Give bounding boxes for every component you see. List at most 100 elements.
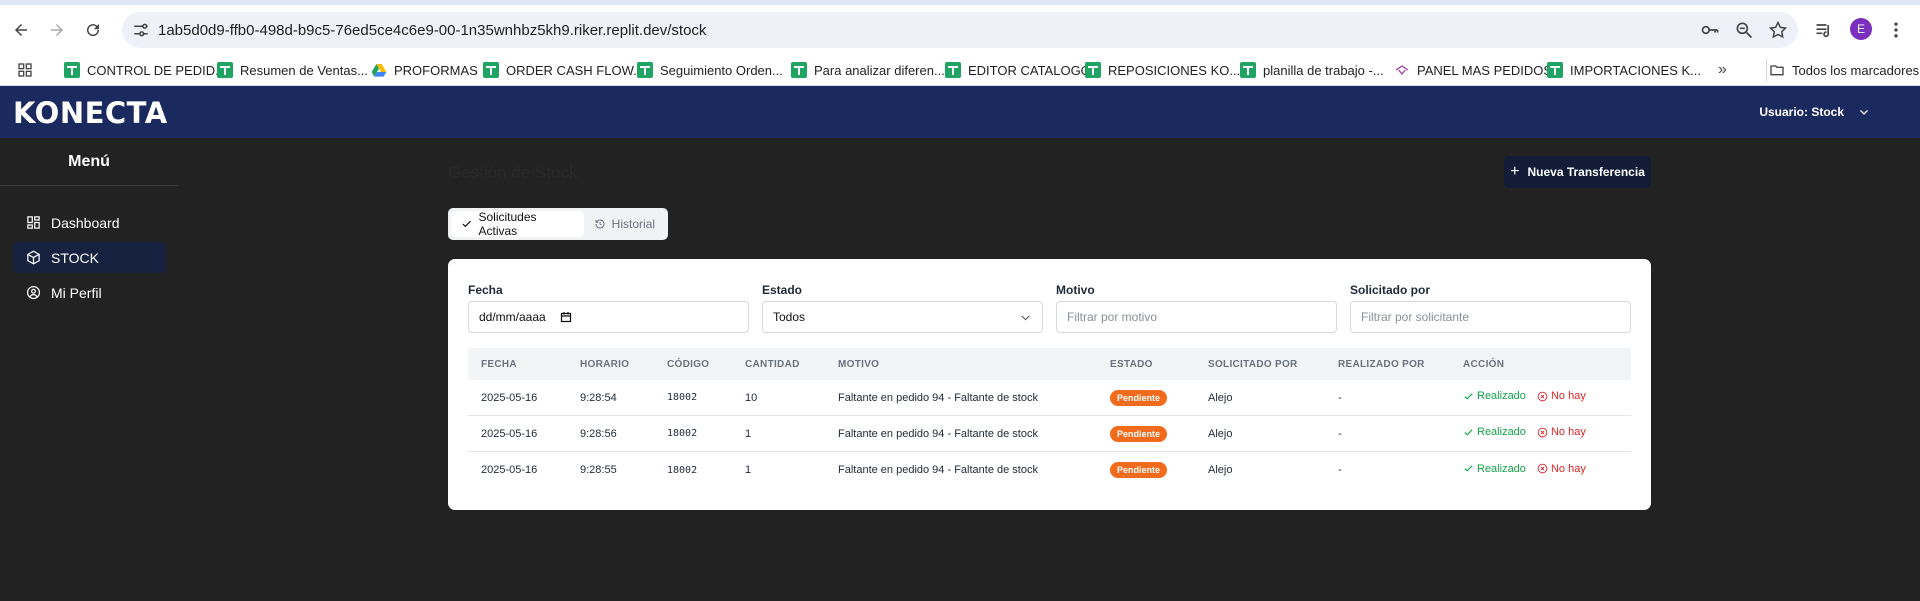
bookmark-item[interactable]: Seguimiento Orden... — [637, 59, 783, 81]
app-header: KONECTA Usuario: Stock — [0, 86, 1920, 138]
mark-unavailable-button[interactable]: No hay — [1537, 390, 1586, 402]
solicitante-input[interactable]: Filtrar por solicitante — [1350, 301, 1631, 333]
column-header: HORARIO — [580, 358, 630, 370]
sheets-icon — [1240, 62, 1256, 78]
profile-avatar[interactable]: E — [1850, 18, 1872, 40]
calendar-icon[interactable] — [560, 311, 572, 323]
sheets-icon — [64, 62, 80, 78]
check-icon — [1464, 429, 1473, 436]
column-header: ESTADO — [1110, 358, 1153, 370]
bookmark-item[interactable]: Resumen de Ventas... — [217, 59, 368, 81]
reload-button[interactable] — [82, 19, 104, 41]
bookmark-star-icon[interactable] — [1768, 20, 1788, 40]
browser-toolbar: 1ab5d0d9-ffb0-498d-b9c5-76ed5ce4c6e9-00-… — [0, 0, 1920, 55]
mark-unavailable-button[interactable]: No hay — [1537, 426, 1586, 438]
cell-motivo: Faltante en pedido 94 - Faltante de stoc… — [838, 464, 1038, 476]
new-transfer-button[interactable]: + Nueva Transferencia — [1504, 156, 1651, 188]
mark-done-button[interactable]: Realizado — [1463, 426, 1526, 438]
filter-motivo: Motivo Filtrar por motivo — [1056, 283, 1337, 333]
apps-grid-icon[interactable] — [17, 62, 33, 78]
more-bookmarks-button[interactable]: » — [1718, 59, 1727, 81]
app-logo[interactable]: KONECTA — [13, 96, 168, 130]
chevron-double-right-icon: » — [1718, 61, 1727, 78]
bookmark-item[interactable]: planilla de trabajo -... — [1240, 59, 1384, 81]
bookmark-item[interactable]: ORDER CASH FLOW... — [483, 59, 644, 81]
more-menu-icon[interactable] — [1886, 20, 1906, 40]
cell-cantidad: 1 — [745, 427, 752, 440]
requests-table: FECHA HORARIO CÓDIGO CANTIDAD MOTIVO EST… — [468, 348, 1631, 488]
media-controls-icon[interactable] — [1814, 20, 1834, 40]
estado-select[interactable]: Todos — [762, 301, 1043, 333]
filter-solicitado: Solicitado por Filtrar por solicitante — [1350, 283, 1631, 333]
cell-fecha: 2025-05-16 — [481, 464, 538, 476]
bookmark-item[interactable]: Para analizar diferen... — [791, 59, 945, 81]
filter-fecha: Fecha dd/mm/aaaa — [468, 283, 749, 333]
address-bar[interactable]: 1ab5d0d9-ffb0-498d-b9c5-76ed5ce4c6e9-00-… — [122, 12, 1798, 48]
bookmark-item[interactable]: IMPORTACIONES K... — [1547, 59, 1701, 81]
mark-done-button[interactable]: Realizado — [1463, 463, 1526, 475]
dashboard-icon — [27, 216, 40, 229]
filter-label: Solicitado por — [1350, 283, 1431, 297]
cell-motivo: Faltante en pedido 94 - Faltante de stoc… — [838, 391, 1038, 404]
cell-solicitado: Alejo — [1208, 464, 1233, 476]
all-bookmarks-folder[interactable]: Todos los marcadores — [1766, 59, 1919, 81]
check-icon — [1464, 465, 1473, 472]
zoom-icon[interactable] — [1734, 20, 1754, 40]
back-button[interactable] — [10, 19, 32, 41]
cell-codigo: 18002 — [667, 428, 698, 439]
page-title: Gestión de Stock — [448, 163, 578, 182]
requests-card: Fecha dd/mm/aaaa Estado Todos Motivo Fil… — [448, 259, 1651, 510]
check-icon — [462, 220, 471, 228]
sheets-icon — [483, 62, 499, 78]
mark-done-button[interactable]: Realizado — [1463, 390, 1526, 402]
status-badge: Pendiente — [1110, 425, 1168, 442]
cell-horario: 9:28:56 — [580, 427, 617, 440]
sidebar-item-stock[interactable]: STOCK — [13, 242, 166, 273]
bookmark-item[interactable]: PROFORMAS — [371, 59, 478, 81]
arrow-left-icon — [15, 24, 27, 36]
tab-historial[interactable]: Historial — [584, 211, 665, 237]
sidebar-title: Menú — [68, 153, 110, 170]
cell-cantidad: 1 — [745, 464, 752, 476]
history-icon — [595, 219, 605, 229]
filter-label: Estado — [762, 283, 803, 297]
bookmark-item[interactable]: REPOSICIONES KO... — [1085, 59, 1240, 81]
column-header: ACCIÓN — [1463, 358, 1505, 370]
bookmark-item[interactable]: CONTROL DE PEDID... — [64, 59, 226, 81]
cell-realizado: - — [1338, 427, 1342, 440]
table-row: 2025-05-16 9:28:56 18002 1 Faltante en p… — [468, 416, 1631, 452]
date-input[interactable]: dd/mm/aaaa — [468, 301, 749, 333]
user-label: Usuario: Stock — [1759, 105, 1844, 119]
cell-accion: Realizado No hay — [1463, 426, 1586, 441]
x-circle-icon — [1537, 427, 1548, 438]
x-circle-icon — [1537, 391, 1548, 402]
cell-codigo: 18002 — [667, 464, 698, 476]
forward-button[interactable] — [46, 19, 68, 41]
user-circle-icon — [26, 285, 41, 300]
sheets-icon — [217, 62, 233, 78]
tab-list: Solicitudes Activas Historial — [448, 208, 668, 240]
cell-accion: Realizado No hay — [1463, 463, 1586, 478]
divider — [0, 185, 178, 186]
cell-cantidad: 10 — [745, 391, 758, 404]
site-settings-icon[interactable] — [132, 21, 150, 39]
filter-label: Fecha — [468, 283, 503, 297]
mark-unavailable-button[interactable]: No hay — [1537, 463, 1586, 475]
sheets-icon — [791, 62, 807, 78]
cell-fecha: 2025-05-16 — [481, 427, 538, 440]
motivo-input[interactable]: Filtrar por motivo — [1056, 301, 1337, 333]
column-header: CANTIDAD — [745, 358, 800, 370]
sidebar-item-dashboard[interactable]: Dashboard — [13, 207, 166, 238]
drive-icon — [371, 64, 387, 77]
bookmark-item[interactable]: EDITOR CATALOGO — [945, 59, 1091, 81]
table-header: FECHA HORARIO CÓDIGO CANTIDAD MOTIVO EST… — [468, 348, 1631, 380]
password-key-icon[interactable] — [1700, 20, 1720, 40]
tab-solicitudes-activas[interactable]: Solicitudes Activas — [451, 210, 584, 238]
check-icon — [1464, 393, 1473, 400]
cell-solicitado: Alejo — [1208, 427, 1233, 440]
sidebar-item-mi-perfil[interactable]: Mi Perfil — [13, 277, 166, 308]
bookmark-item[interactable]: PANEL MAS PEDIDOS — [1394, 59, 1552, 81]
cell-realizado: - — [1338, 391, 1342, 404]
sidebar: Menú Dashboard STOCK Mi Perfil — [0, 138, 178, 601]
user-menu[interactable]: Usuario: Stock — [1759, 105, 1870, 119]
